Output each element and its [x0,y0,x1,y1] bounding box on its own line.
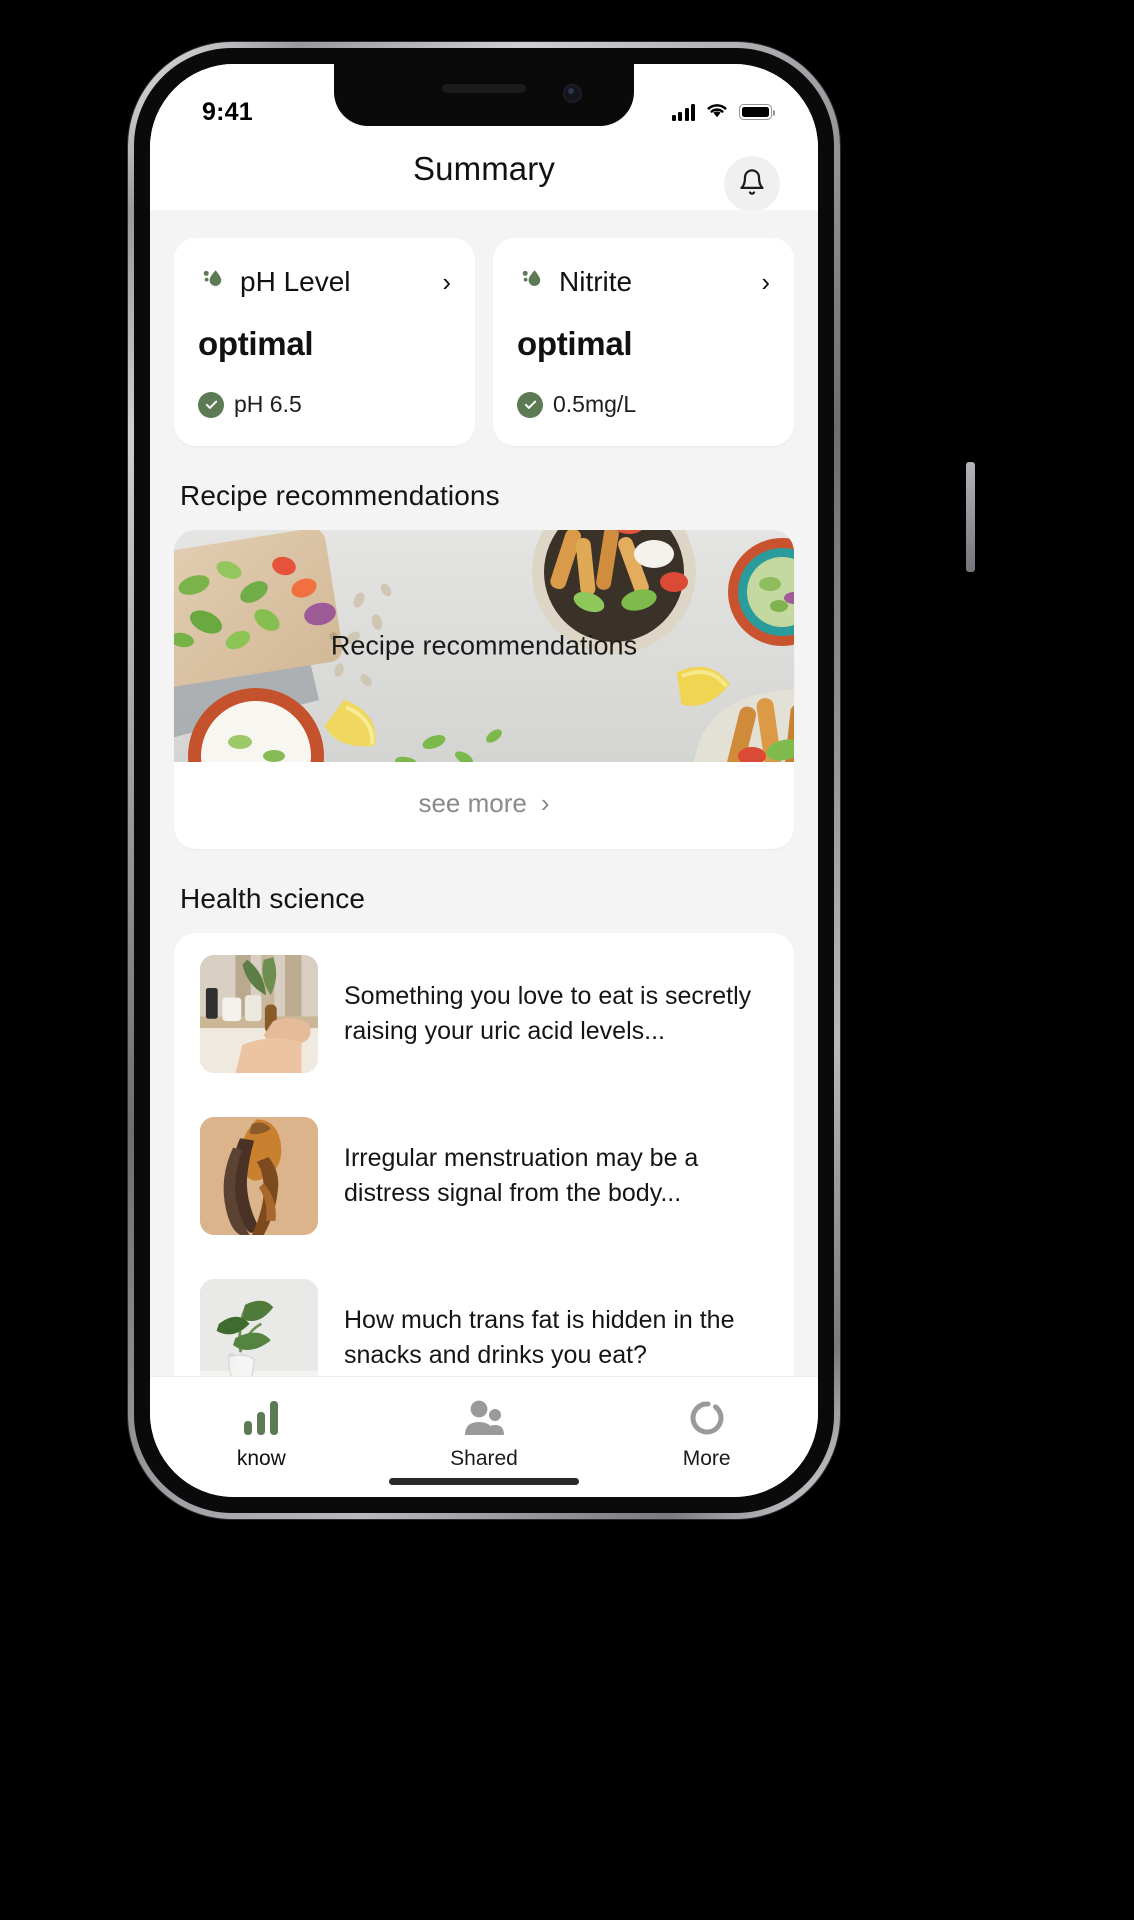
metric-card-nitrite[interactable]: Nitrite › optimal 0.5mg/L [493,238,794,446]
article-thumbnail [200,1279,318,1376]
phone-bezel: 9:41 Summary pH Level › optimal pH 6.5 N… [134,48,834,1513]
check-circle-icon [517,391,543,418]
water-droplet-icon [517,264,547,299]
app-container: Summary pH Level › optimal pH 6.5 Nitrit… [150,64,818,1497]
plant-in-vase-photo [200,1279,318,1376]
wifi-icon [704,100,730,124]
screenshot-root: 9:41 Summary pH Level › optimal pH 6.5 N… [0,0,1134,1920]
water-droplet-icon [198,264,228,299]
status-icons [671,100,776,124]
tab-label: More [682,1447,731,1470]
bar-chart-icon [240,1395,282,1437]
article-title: Irregular menstruation may be a distress… [344,1143,699,1208]
metric-name: pH Level [240,265,351,297]
metric-value-row: 0.5mg/L [517,391,770,418]
signal-bars-icon [671,103,695,121]
recipe-card[interactable]: Recipe recommendations see more › [174,530,794,849]
article-row[interactable]: How much trans fat is hidden in the snac… [174,1257,794,1376]
article-thumbnail [200,1117,318,1235]
article-row[interactable]: Something you love to eat is secretly ra… [174,933,794,1095]
chevron-right-icon: › [540,788,550,818]
metric-value: 0.5mg/L [553,391,637,417]
article-list: Something you love to eat is secretly ra… [174,933,794,1376]
metric-status: optimal [198,325,314,362]
device-notch [334,64,634,126]
phone-frame: 9:41 Summary pH Level › optimal pH 6.5 N… [128,42,975,1519]
metric-card-ph-level[interactable]: pH Level › optimal pH 6.5 [174,238,475,446]
recipe-banner-image: Recipe recommendations [174,530,794,762]
notification-button[interactable] [724,156,780,212]
power-button[interactable] [966,462,975,572]
recipe-section-heading: Recipe recommendations [180,480,500,511]
chevron-right-icon[interactable]: › [761,269,770,295]
article-row[interactable]: Irregular menstruation may be a distress… [174,1095,794,1257]
metric-value: pH 6.5 [234,391,302,417]
health-section-heading: Health science [180,883,366,914]
page-title: Summary [413,150,555,187]
metric-card-header: Nitrite › [517,264,770,299]
tab-label: know [236,1447,286,1470]
earpiece-speaker [442,84,526,93]
tab-label: Shared [450,1447,518,1470]
article-title: How much trans fat is hidden in the snac… [344,1305,735,1370]
tab-shared[interactable]: Shared [373,1395,596,1471]
hands-on-table-photo [200,955,318,1073]
recipe-banner-caption: Recipe recommendations [330,630,638,661]
article-title: Something you love to eat is secretly ra… [344,981,752,1046]
chevron-right-icon[interactable]: › [442,269,451,295]
front-camera-icon [563,84,582,103]
check-circle-icon [198,391,224,418]
metric-card-row: pH Level › optimal pH 6.5 Nitrite › opti… [150,210,818,446]
circle-dash-icon [687,1395,727,1437]
scroll-content[interactable]: pH Level › optimal pH 6.5 Nitrite › opti… [150,210,818,1376]
metric-card-header: pH Level › [198,264,451,299]
tab-know[interactable]: know [150,1395,373,1471]
phone-screen: 9:41 Summary pH Level › optimal pH 6.5 N… [150,64,818,1497]
status-time: 9:41 [202,97,253,126]
metric-status: optimal [517,325,633,362]
people-icon [462,1395,506,1437]
metric-name: Nitrite [559,265,633,297]
see-more-label: see more [418,788,527,818]
bell-icon [738,168,766,201]
home-indicator [389,1478,579,1485]
tab-more[interactable]: More [595,1395,818,1471]
metric-value-row: pH 6.5 [198,391,451,418]
see-more-button[interactable]: see more › [174,762,794,849]
article-thumbnail [200,955,318,1073]
woman-stretching-photo [200,1117,318,1235]
battery-full-icon [739,104,776,120]
